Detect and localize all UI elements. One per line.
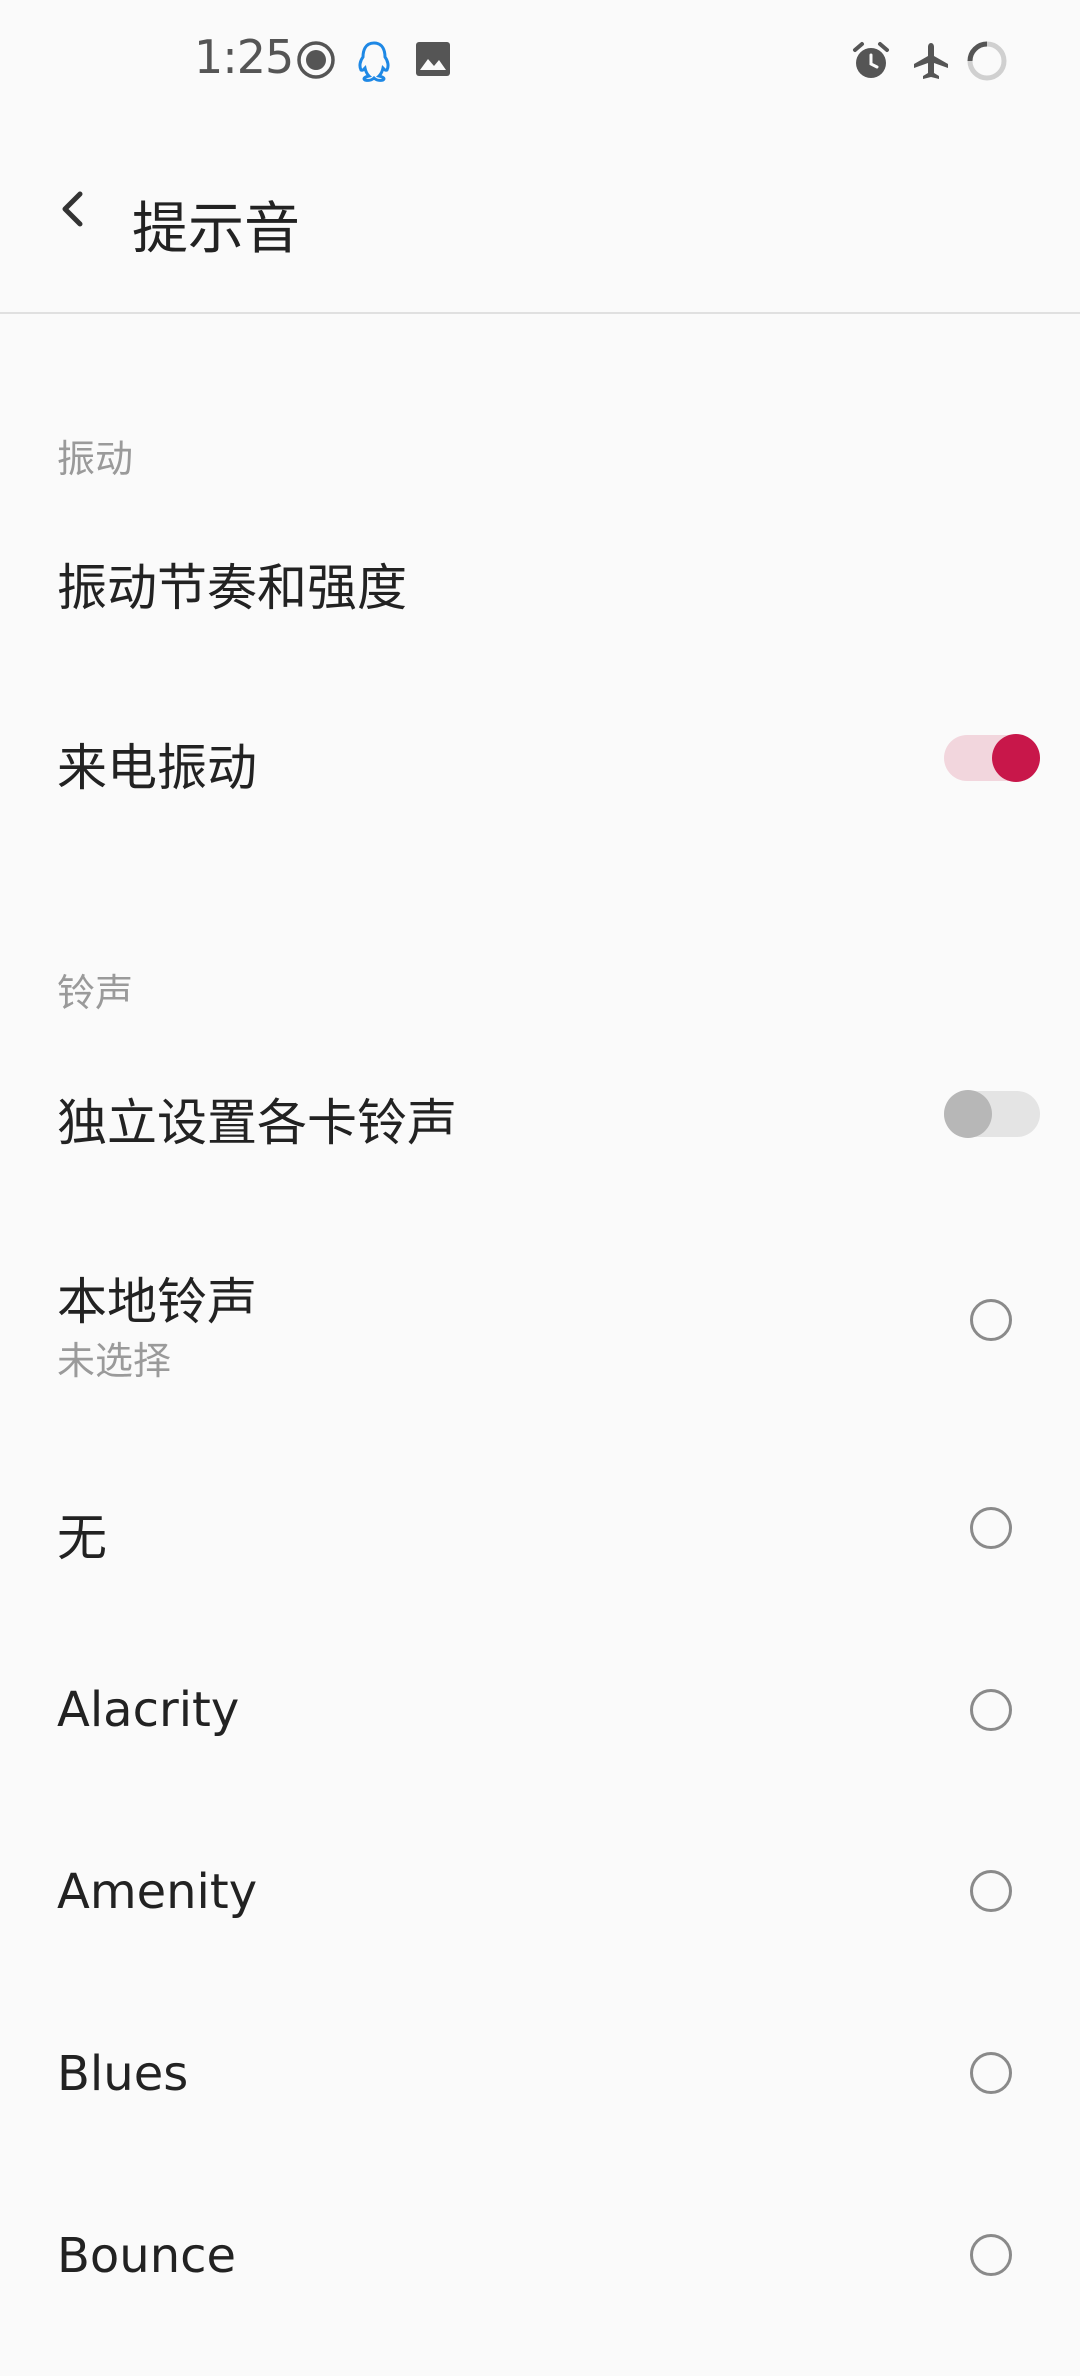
ringtone-alacrity-label: Alacrity [57,1682,240,1738]
vibration-pattern-label: 振动节奏和强度 [57,559,407,617]
section-header-ringtone: 铃声 [57,971,134,1015]
alarm-icon [850,40,892,86]
chevron-left-icon [62,191,83,227]
switch-thumb [944,1090,992,1138]
loading-icon [966,40,1008,86]
ringtone-alacrity-radio[interactable] [970,1689,1012,1731]
app-bar: 提示音 [0,124,1080,314]
ringtone-none-radio[interactable] [970,1507,1012,1549]
ringtone-none-row[interactable] [0,1440,1080,1615]
status-bar: 1:25 [0,0,1080,124]
local-ringtone-subtitle: 未选择 [57,1339,172,1383]
ringtone-blues-label: Blues [57,2046,189,2102]
page-title: 提示音 [132,197,300,262]
ringtone-bounce-radio[interactable] [970,2234,1012,2276]
ringtone-none-label: 无 [57,1509,107,1567]
local-ringtone-label: 本地铃声 [57,1273,257,1331]
back-button[interactable] [40,174,110,244]
ringtone-bounce-label: Bounce [57,2228,237,2284]
switch-thumb [992,734,1040,782]
incoming-call-vibration-label: 来电振动 [57,739,257,797]
section-header-vibration: 振动 [57,437,134,481]
ringtone-amenity-label: Amenity [57,1864,258,1920]
qq-icon [354,40,394,88]
record-icon [296,40,336,84]
ringtone-amenity-radio[interactable] [970,1870,1012,1912]
ringtone-blues-radio[interactable] [970,2052,1012,2094]
per-sim-ringtone-label: 独立设置各卡铃声 [57,1094,457,1152]
status-time: 1:25 [194,30,294,84]
per-sim-ringtone-switch[interactable] [944,1090,1040,1138]
incoming-call-vibration-switch[interactable] [944,734,1040,782]
airplane-icon [910,40,952,86]
local-ringtone-radio[interactable] [970,1299,1012,1341]
gallery-icon [414,40,452,82]
